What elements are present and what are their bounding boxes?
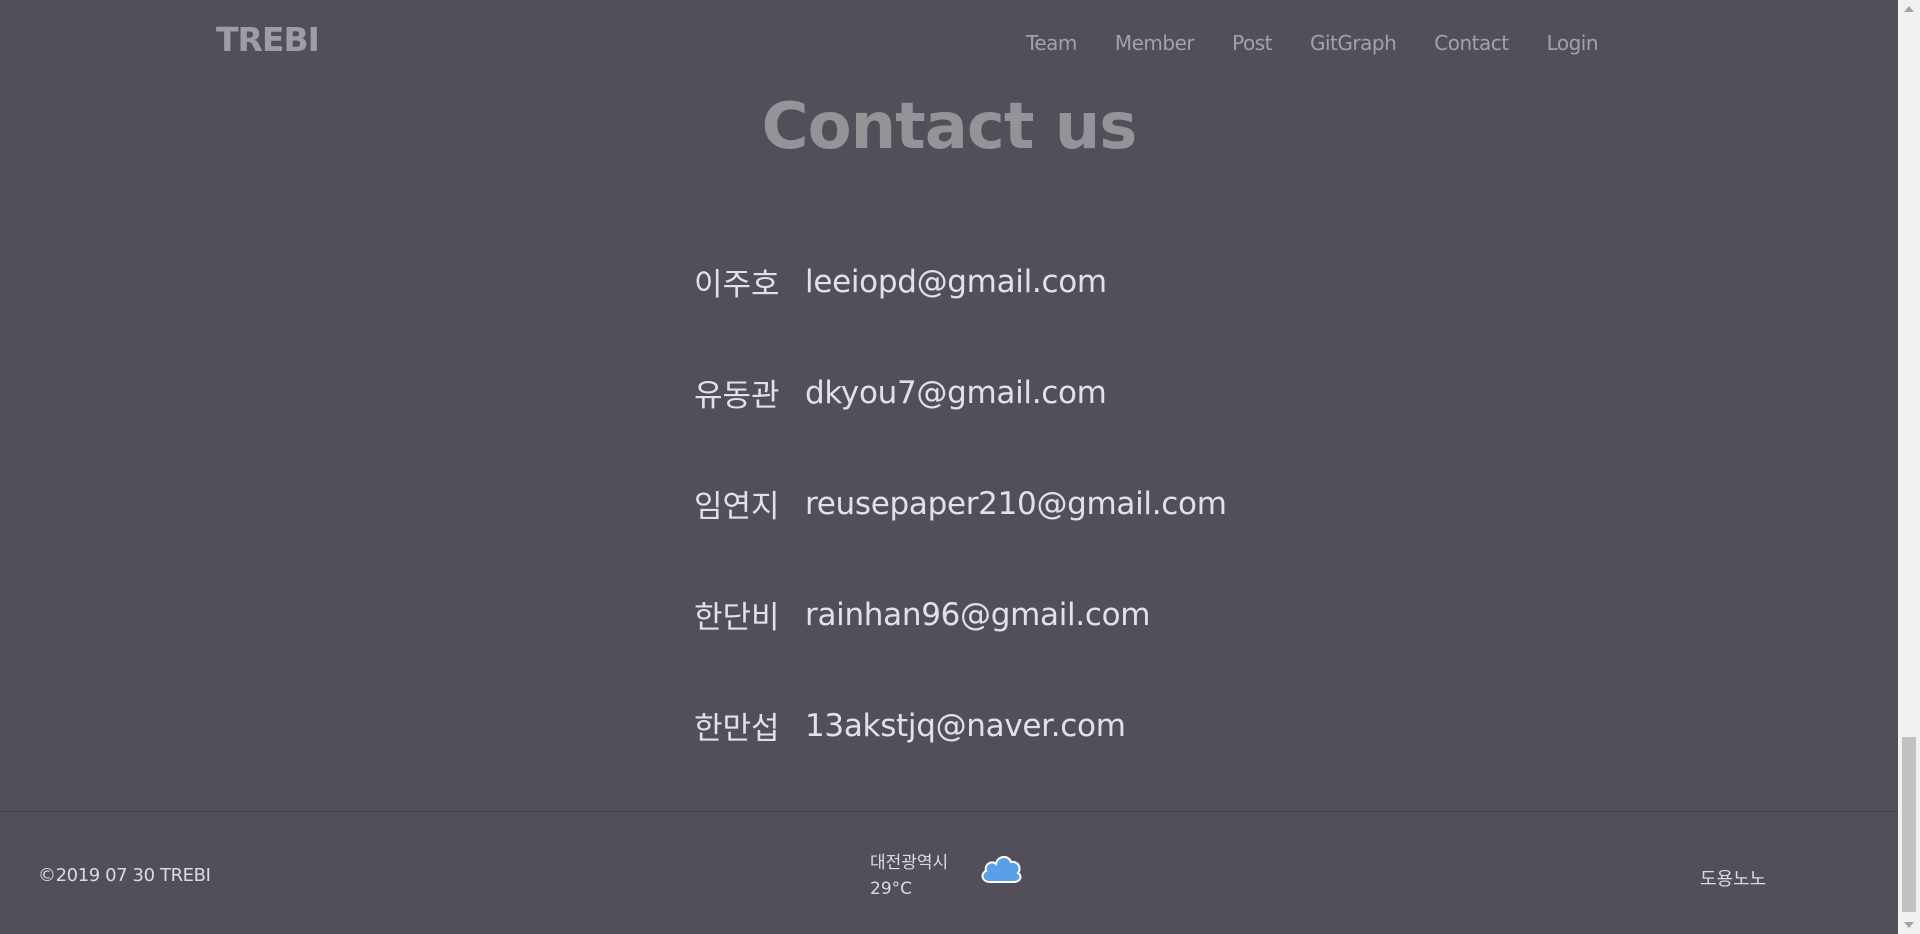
contact-name: 한만섭 xyxy=(694,711,780,747)
contact-row: 임연지 reusepaper210@gmail.com xyxy=(694,448,1227,559)
nav-link-member[interactable]: Member xyxy=(1115,31,1195,55)
navbar: TREBI Team Member Post GitGraph Contact … xyxy=(0,0,1898,84)
weather-temperature: 29°C xyxy=(870,879,913,899)
contact-row: 이주호 leeiopd@gmail.com xyxy=(694,226,1227,337)
page-title: Contact us xyxy=(761,90,1138,164)
contact-email: 13akstjq@naver.com xyxy=(805,707,1126,744)
vertical-scrollbar[interactable] xyxy=(1898,0,1920,934)
contact-email: rainhan96@gmail.com xyxy=(805,596,1151,633)
footer-copyright: ©2019 07 30 TREBI xyxy=(38,865,211,886)
contact-email: leeiopd@gmail.com xyxy=(805,263,1107,300)
cloud-icon xyxy=(981,856,1022,883)
brand-logo[interactable]: TREBI xyxy=(216,20,320,59)
contact-name: 이주호 xyxy=(694,267,780,303)
weather-city: 대전광역시 xyxy=(870,853,949,873)
footer-divider xyxy=(0,811,1898,812)
nav-link-login[interactable]: Login xyxy=(1547,31,1599,55)
scroll-thumb[interactable] xyxy=(1902,737,1916,912)
contact-name: 임연지 xyxy=(694,489,780,525)
footer-right-text: 도용노노 xyxy=(1700,869,1767,890)
scroll-down-arrow-icon[interactable] xyxy=(1904,922,1914,928)
contact-name: 유동관 xyxy=(694,378,780,414)
contact-email: reusepaper210@gmail.com xyxy=(805,485,1227,522)
nav-link-team[interactable]: Team xyxy=(1026,31,1077,55)
contact-row: 유동관 dkyou7@gmail.com xyxy=(694,337,1227,448)
nav-link-contact[interactable]: Contact xyxy=(1434,31,1509,55)
nav-links: Team Member Post GitGraph Contact Login xyxy=(1026,31,1599,55)
nav-link-gitgraph[interactable]: GitGraph xyxy=(1310,31,1397,55)
scroll-up-arrow-icon[interactable] xyxy=(1904,6,1914,12)
weather-widget: 대전광역시 29°C xyxy=(870,848,1022,899)
contact-row: 한단비 rainhan96@gmail.com xyxy=(694,559,1227,670)
contact-row: 한만섭 13akstjq@naver.com xyxy=(694,670,1227,781)
nav-link-post[interactable]: Post xyxy=(1232,31,1272,55)
contact-list: 이주호 leeiopd@gmail.com 유동관 dkyou7@gmail.c… xyxy=(694,226,1227,781)
contact-name: 한단비 xyxy=(694,600,780,636)
contact-email: dkyou7@gmail.com xyxy=(805,374,1107,411)
